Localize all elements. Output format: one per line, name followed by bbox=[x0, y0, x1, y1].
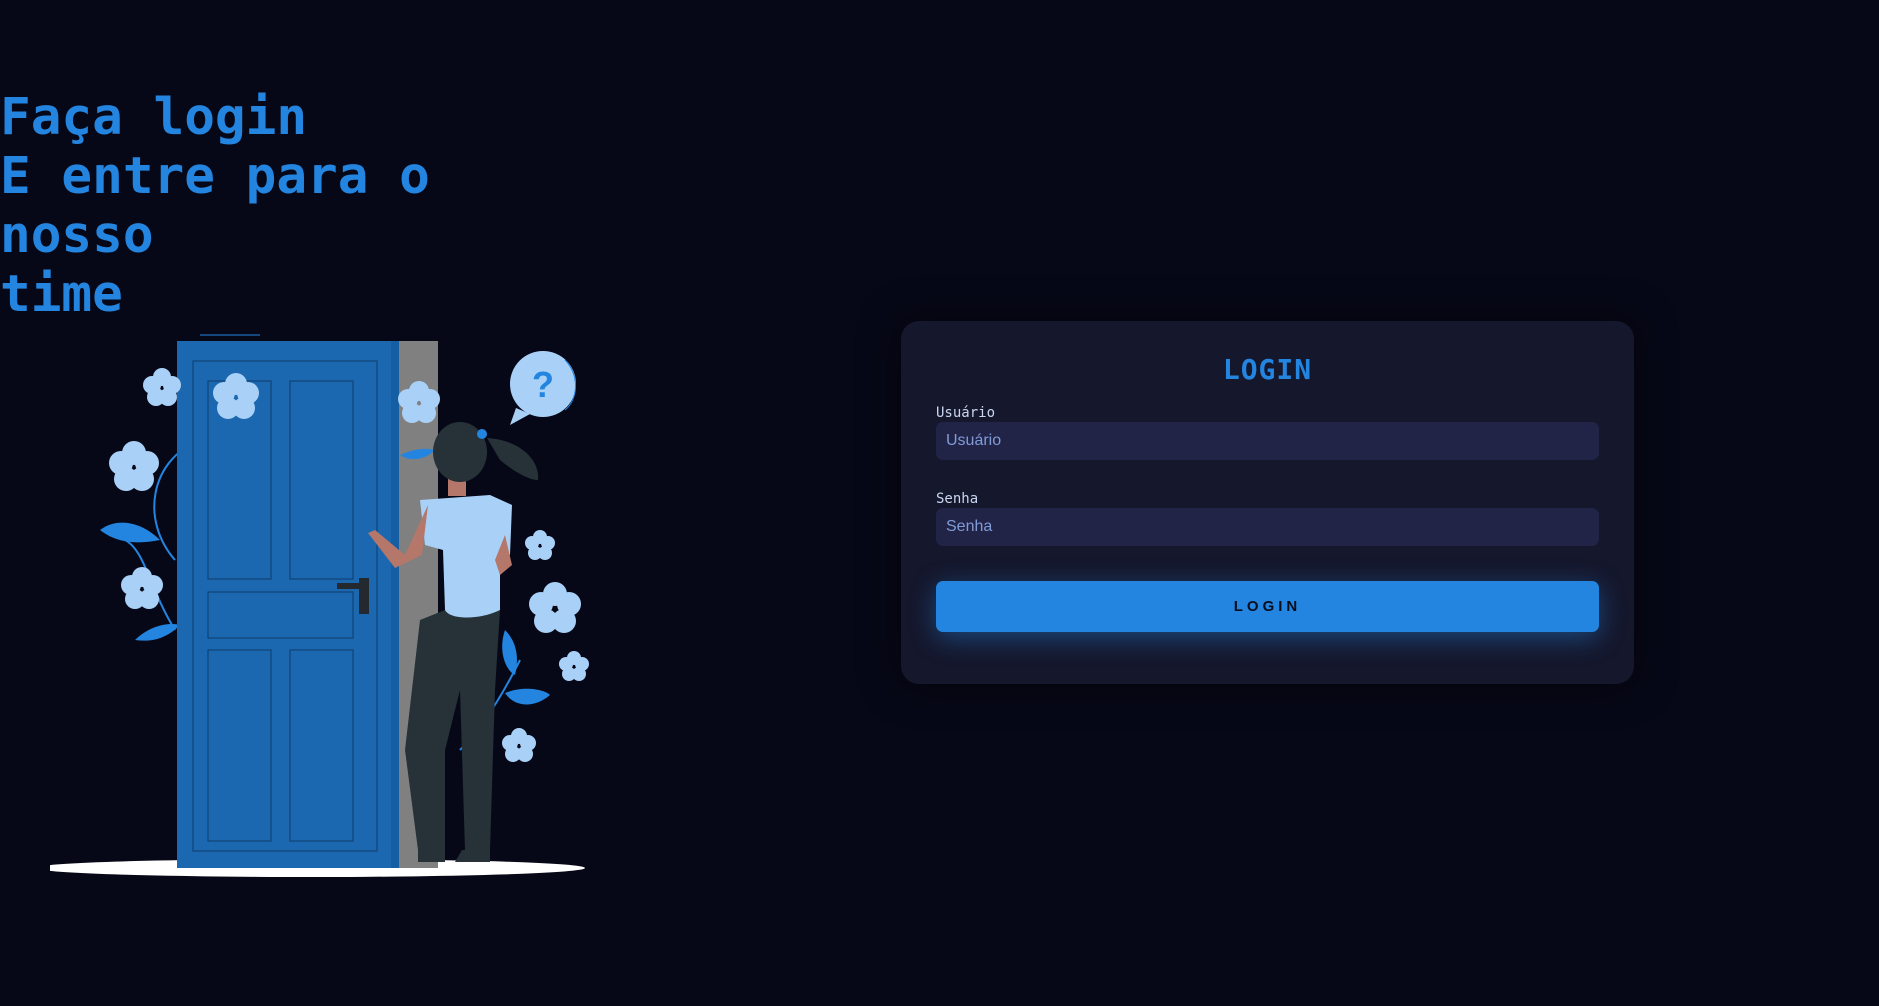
question-mark: ? bbox=[532, 364, 554, 405]
login-title: LOGIN bbox=[1222, 353, 1313, 386]
door-edge bbox=[391, 341, 399, 868]
hero-line-3: time bbox=[0, 265, 123, 324]
hero-line-2: E entre para o nosso bbox=[0, 147, 430, 265]
username-label: Usuário bbox=[936, 405, 996, 421]
hero-line-1: Faça login bbox=[0, 88, 308, 147]
username-input[interactable] bbox=[936, 422, 1599, 460]
door-handle-plate bbox=[359, 578, 369, 614]
question-bubble-icon: ? bbox=[510, 351, 576, 425]
password-label: Senha bbox=[936, 491, 979, 507]
door-illustration: ? bbox=[50, 334, 589, 877]
password-input[interactable] bbox=[936, 508, 1599, 546]
door bbox=[177, 341, 391, 868]
login-card: LOGIN Usuário Senha LOGIN bbox=[901, 321, 1634, 684]
hero-heading: Faça login E entre para o nosso time bbox=[0, 88, 600, 324]
login-button[interactable]: LOGIN bbox=[936, 581, 1599, 632]
